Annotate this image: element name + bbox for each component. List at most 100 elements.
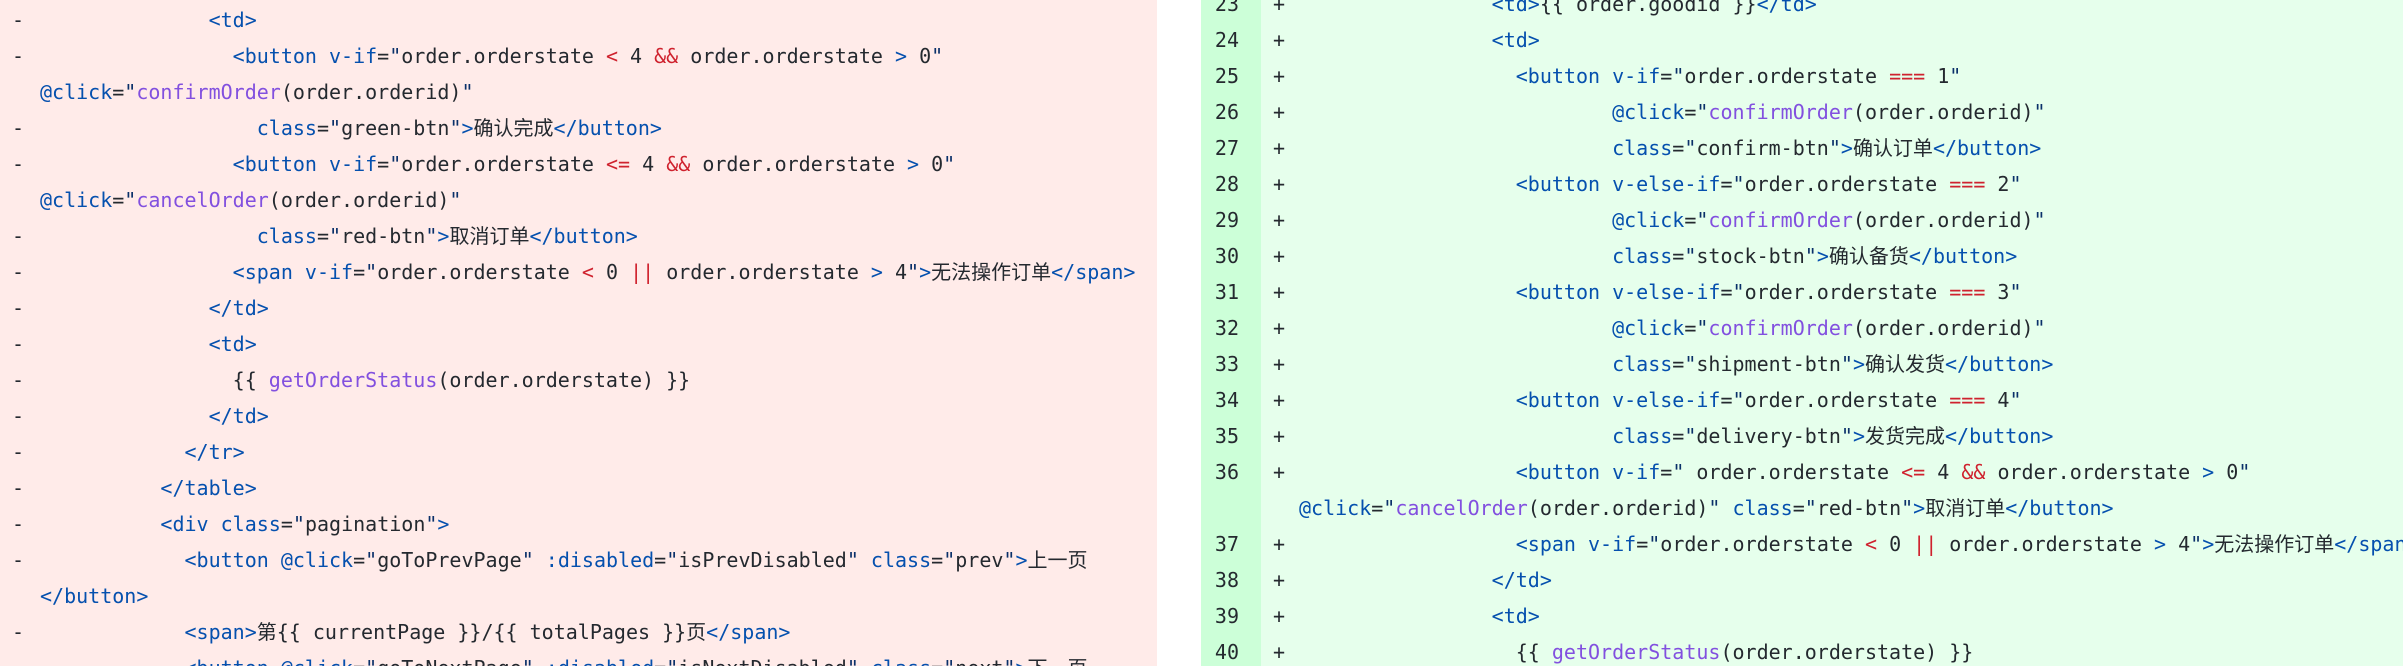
diff-sign: -: [12, 650, 24, 666]
diff-line: - <button v-if="order.orderstate <= 4 &&…: [0, 146, 1157, 182]
diff-line: @click="confirmOrder(order.orderid)": [0, 74, 1157, 110]
line-number: 36: [1214, 460, 1239, 484]
line-number: 39: [1214, 604, 1239, 628]
diff-line: 29 + @click="confirmOrder(order.orderid)": [1201, 202, 2403, 238]
diff-sign: +: [1273, 0, 1286, 16]
diff-line: 28 + <button v-else-if="order.orderstate …: [1201, 166, 2403, 202]
diff-line: 25 + <button v-if="order.orderstate === 1…: [1201, 58, 2403, 94]
diff-sign: +: [1273, 280, 1286, 304]
line-number: 35: [1214, 424, 1239, 448]
removed-lines: - <td> - <button v-if="order.orderstate <…: [0, 2, 1157, 666]
diff-sign: +: [1273, 388, 1286, 412]
diff-sign: -: [12, 368, 25, 392]
diff-line: - </td>: [0, 398, 1157, 434]
diff-line: 35 + class="delivery-btn">发货完成</button>: [1201, 418, 2403, 454]
diff-sign: +: [1273, 568, 1286, 592]
diff-line: - <td>: [0, 2, 1157, 38]
code-text: </tr>: [184, 440, 245, 464]
code-text: class="stock-btn">确认备货</button>: [1612, 244, 2018, 268]
pane-divider: [1157, 0, 1201, 666]
removed-pane: - <td> - <button v-if="order.orderstate <…: [0, 0, 1157, 666]
diff-sign: -: [12, 260, 25, 284]
diff-line: 36 + <button v-if=" order.orderstate <= 4…: [1201, 454, 2403, 490]
line-number: 34: [1214, 388, 1239, 412]
code-text: @click="confirmOrder(order.orderid)": [1612, 100, 2046, 124]
diff-line: @click="cancelOrder(order.orderid)": [0, 182, 1157, 218]
diff-line: @click="cancelOrder(order.orderid)" clas…: [1201, 490, 2403, 526]
line-number: 29: [1214, 208, 1239, 232]
split-diff-view: - <td> - <button v-if="order.orderstate <…: [0, 0, 2403, 666]
diff-line: 26 + @click="confirmOrder(order.orderid)": [1201, 94, 2403, 130]
diff-line: - class="red-btn">取消订单</button>: [0, 218, 1157, 254]
diff-sign: +: [1273, 352, 1286, 376]
diff-line: - {{ getOrderStatus(order.orderstate) }}: [0, 362, 1157, 398]
diff-line: - </table>: [0, 470, 1157, 506]
diff-line: - <span>第{{ currentPage }}/{{ totalPages…: [0, 614, 1157, 650]
line-number: 31: [1214, 280, 1239, 304]
diff-sign: -: [12, 548, 25, 572]
line-number: 37: [1214, 532, 1239, 556]
diff-sign: -: [12, 440, 25, 464]
diff-sign: +: [1273, 424, 1286, 448]
diff-line: 23 + <td>{{ order.goodid }}</td>: [1201, 0, 2403, 22]
diff-sign: -: [12, 332, 25, 356]
code-text: @click="confirmOrder(order.orderid)": [1612, 208, 2046, 232]
code-text: class="confirm-btn">确认订单</button>: [1612, 136, 2042, 160]
line-number: 33: [1214, 352, 1239, 376]
diff-line: - <td>: [0, 326, 1157, 362]
diff-line: - <button @click="goToPrevPage" :disable…: [0, 542, 1157, 578]
diff-line: 34 + <button v-else-if="order.orderstate …: [1201, 382, 2403, 418]
code-text: <button @click="goToPrevPage" :disabled=…: [184, 548, 1088, 572]
diff-line: - <span v-if="order.orderstate < 0 || or…: [0, 254, 1157, 290]
diff-line: - <button @click="goToNextPage" :disable…: [0, 650, 1157, 666]
code-text: <span v-if="order.orderstate < 0 || orde…: [232, 260, 1136, 284]
line-number: 30: [1214, 244, 1239, 268]
code-text: </td>: [1491, 568, 1552, 592]
code-text: <td>: [208, 8, 257, 32]
diff-line: 32 + @click="confirmOrder(order.orderid)": [1201, 310, 2403, 346]
diff-line: 31 + <button v-else-if="order.orderstate …: [1201, 274, 2403, 310]
code-text: <td>: [208, 332, 257, 356]
code-text: @click="cancelOrder(order.orderid)": [40, 188, 462, 212]
code-text: <div class="pagination">: [160, 512, 450, 536]
code-text: <span>第{{ currentPage }}/{{ totalPages }…: [184, 620, 791, 644]
diff-sign: -: [12, 152, 25, 176]
added-pane: 23 + <td>{{ order.goodid }}</td> 24 + <td> 2…: [1201, 0, 2403, 666]
code-text: <button v-else-if="order.orderstate === …: [1515, 280, 2022, 304]
code-text: </table>: [160, 476, 257, 500]
diff-line: 30 + class="stock-btn">确认备货</button>: [1201, 238, 2403, 274]
diff-sign: +: [1273, 100, 1286, 124]
diff-sign: +: [1273, 208, 1286, 232]
diff-sign: +: [1273, 64, 1286, 88]
line-number: 40: [1214, 640, 1239, 664]
line-number: 28: [1214, 172, 1239, 196]
line-number: 24: [1214, 28, 1239, 52]
diff-sign: +: [1273, 604, 1286, 628]
code-text: @click="cancelOrder(order.orderid)" clas…: [1299, 496, 2114, 520]
code-text: {{ getOrderStatus(order.orderstate) }}: [1299, 640, 1974, 664]
code-text: <td>: [1491, 28, 1540, 52]
code-text: <button v-if="order.orderstate < 4 && or…: [232, 44, 944, 68]
code-text: class="shipment-btn">确认发货</button>: [1612, 352, 2054, 376]
diff-sign: +: [1273, 640, 1286, 664]
diff-sign: -: [12, 44, 25, 68]
diff-sign: +: [1273, 172, 1286, 196]
diff-sign: +: [1273, 460, 1286, 484]
diff-sign: +: [1273, 28, 1286, 52]
code-text: @click="confirmOrder(order.orderid)": [1612, 316, 2046, 340]
diff-line: 39 + <td>: [1201, 598, 2403, 634]
code-text: </button>: [40, 584, 149, 608]
code-text: class="red-btn">取消订单</button>: [256, 224, 638, 248]
diff-sign: +: [1273, 244, 1286, 268]
line-number: 27: [1214, 136, 1239, 160]
diff-line: 24 + <td>: [1201, 22, 2403, 58]
code-text: class="green-btn">确认完成</button>: [256, 116, 662, 140]
diff-sign: +: [1273, 136, 1286, 160]
code-text: <button @click="goToNextPage" :disabled=…: [40, 650, 1088, 666]
code-text: <button v-if="order.orderstate === 1": [1515, 64, 1962, 88]
diff-line: 38 + </td>: [1201, 562, 2403, 598]
line-number: 23: [1214, 0, 1239, 16]
diff-line: - </td>: [0, 290, 1157, 326]
diff-sign: -: [12, 224, 25, 248]
code-text: </td>: [208, 296, 269, 320]
